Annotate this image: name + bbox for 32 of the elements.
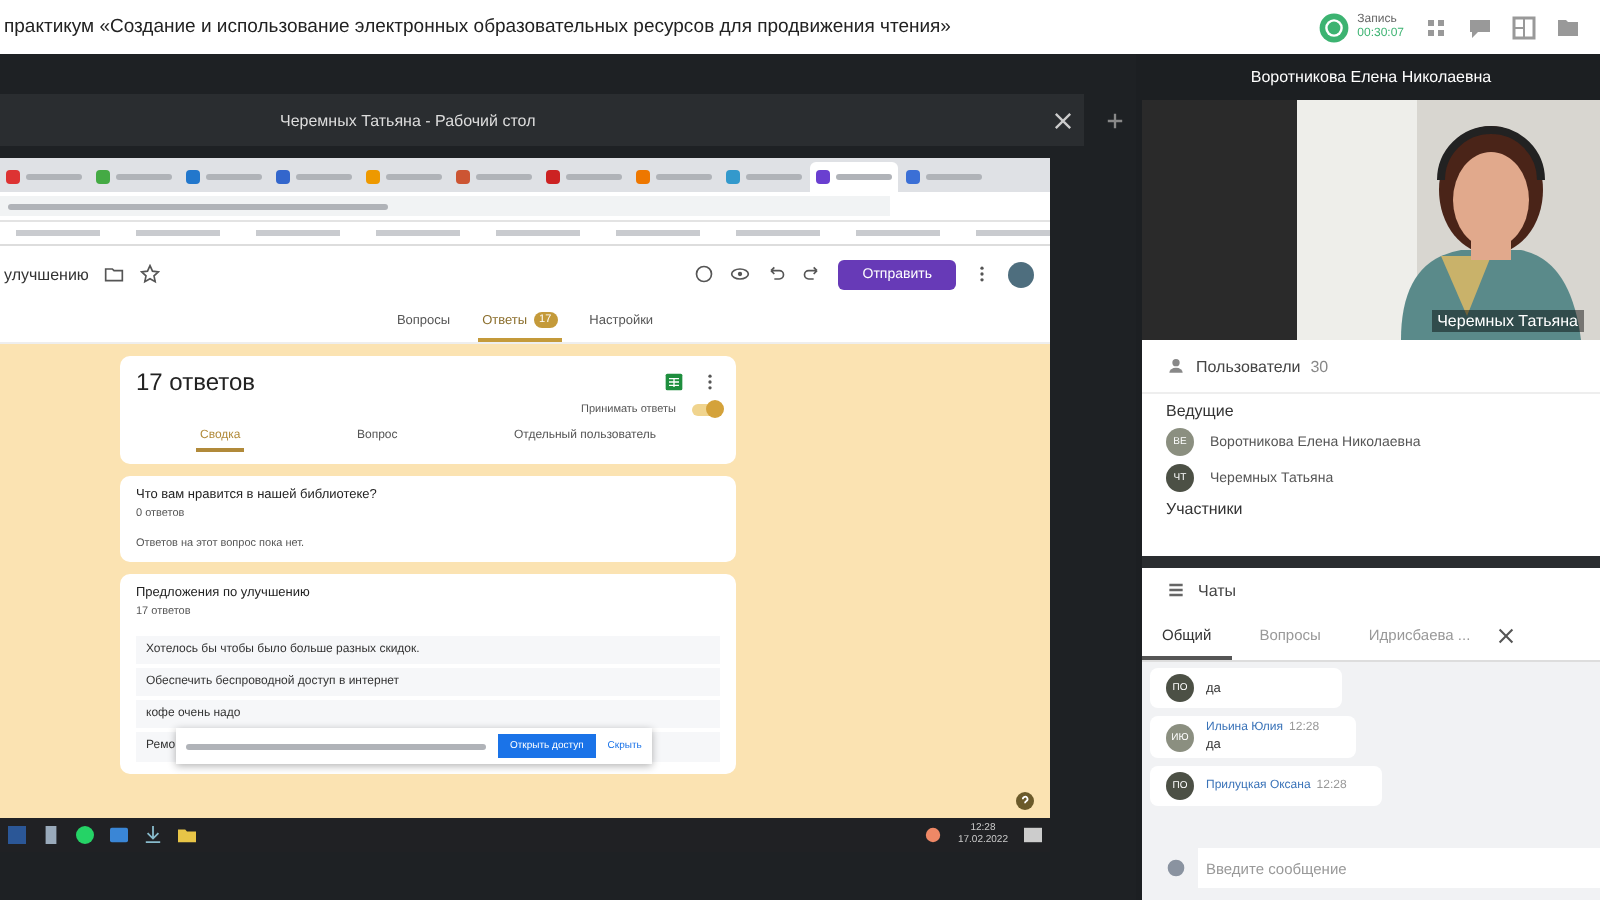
spreadsheet-icon[interactable] bbox=[664, 372, 684, 392]
window-title: Черемных Татьяна - Рабочий стол bbox=[280, 111, 536, 129]
window-icon[interactable] bbox=[110, 826, 128, 844]
participant-name: Черемных Татьяна bbox=[1431, 310, 1584, 332]
star-icon[interactable] bbox=[140, 264, 161, 284]
close-icon[interactable] bbox=[1498, 628, 1515, 644]
group-title: Ведущие bbox=[1166, 402, 1236, 420]
users-icon[interactable] bbox=[1166, 356, 1186, 376]
avatar[interactable] bbox=[1008, 261, 1034, 287]
help-icon[interactable] bbox=[1016, 792, 1034, 810]
folder-icon[interactable] bbox=[178, 826, 196, 844]
users-title: Пользователи bbox=[1196, 357, 1301, 375]
form-title: улучшению bbox=[4, 265, 89, 283]
conference-title: практикум «Создание и использование электронных образовательных ресурсов для продвижения чтения» bbox=[4, 16, 951, 38]
browser-tab[interactable] bbox=[810, 162, 898, 192]
chat-icon[interactable] bbox=[1468, 15, 1492, 39]
folder-icon[interactable] bbox=[104, 264, 125, 284]
redo-icon[interactable] bbox=[802, 264, 823, 284]
speaker-name: Воротникова Елена Николаевна bbox=[1250, 68, 1492, 86]
undo-icon[interactable] bbox=[766, 264, 787, 284]
group-title: Участники bbox=[1166, 500, 1245, 518]
record-icon[interactable] bbox=[1317, 11, 1350, 43]
toggle-switch[interactable] bbox=[692, 404, 720, 416]
plus-icon[interactable] bbox=[1106, 111, 1124, 129]
responses-count: 17 ответов bbox=[136, 368, 256, 396]
document-icon[interactable] bbox=[42, 826, 60, 844]
menu-icon[interactable] bbox=[1166, 580, 1186, 600]
users-count: 30 bbox=[1310, 357, 1329, 375]
layout-icon[interactable] bbox=[1512, 15, 1536, 39]
chat-title: Чаты bbox=[1198, 581, 1237, 599]
grid-icon[interactable] bbox=[1424, 15, 1448, 39]
eye-icon[interactable] bbox=[730, 264, 751, 284]
